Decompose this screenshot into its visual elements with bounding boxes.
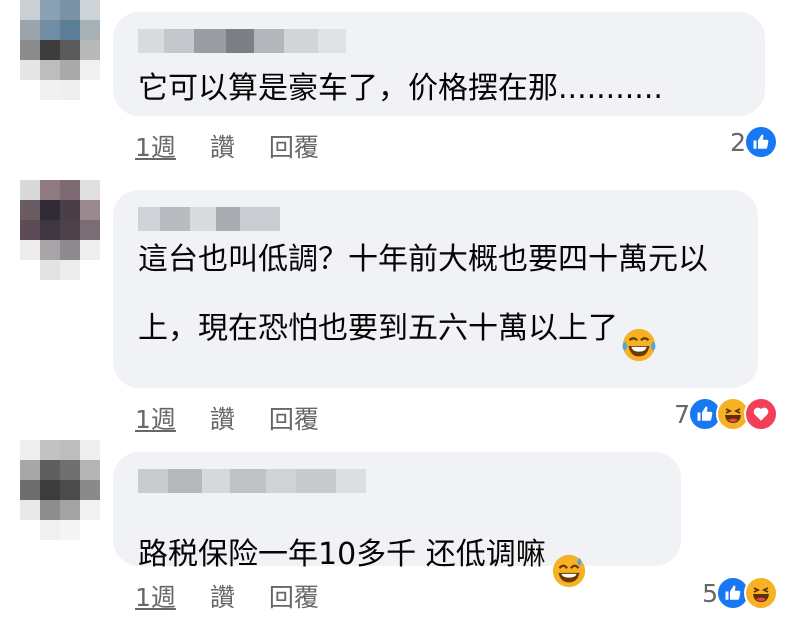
reply-button[interactable]: 回覆 — [269, 128, 319, 164]
comment-actions: 1週 讚 回覆 — [135, 578, 319, 614]
author-name-blurred[interactable] — [138, 29, 346, 53]
comment-bubble: 路税保险一年10多千 还低调嘛 — [113, 452, 681, 588]
comment-actions: 1週 讚 回覆 — [135, 400, 319, 436]
author-name-blurred[interactable] — [138, 207, 280, 231]
comment-bubble: 它可以算是豪车了，价格摆在那........... — [113, 12, 765, 116]
timestamp-link[interactable]: 1週 — [135, 128, 176, 164]
like-button[interactable]: 讚 — [210, 128, 235, 164]
reaction-summary[interactable]: 7 — [674, 397, 778, 431]
comment-actions: 1週 讚 回覆 — [135, 128, 319, 164]
like-button[interactable]: 讚 — [210, 400, 235, 436]
reaction-summary[interactable]: 2 — [730, 125, 778, 159]
reply-button[interactable]: 回覆 — [269, 400, 319, 436]
timestamp-link[interactable]: 1週 — [135, 578, 176, 614]
author-name-blurred[interactable] — [138, 469, 366, 493]
like-icon — [744, 125, 778, 159]
comment-text: 它可以算是豪车了，价格摆在那........... — [138, 71, 663, 106]
love-icon — [744, 397, 778, 431]
comment-text: 這台也叫低調？十年前大概也要四十萬元以上，現在恐怕也要到五六十萬以上了 — [138, 238, 748, 377]
haha-icon — [744, 576, 778, 610]
sweat-smile-emoji — [550, 508, 588, 603]
tears-of-joy-emoji — [620, 282, 658, 377]
timestamp-link[interactable]: 1週 — [135, 400, 176, 436]
comment-bubble: 這台也叫低調？十年前大概也要四十萬元以上，現在恐怕也要到五六十萬以上了 — [113, 190, 758, 388]
avatar[interactable] — [20, 0, 100, 120]
reply-button[interactable]: 回覆 — [269, 578, 319, 614]
reaction-summary[interactable]: 5 — [702, 576, 778, 610]
like-button[interactable]: 讚 — [210, 578, 235, 614]
comment-text-content: 路税保险一年10多千 还低调嘛 — [138, 537, 546, 572]
avatar[interactable] — [20, 440, 100, 540]
avatar[interactable] — [20, 180, 100, 280]
